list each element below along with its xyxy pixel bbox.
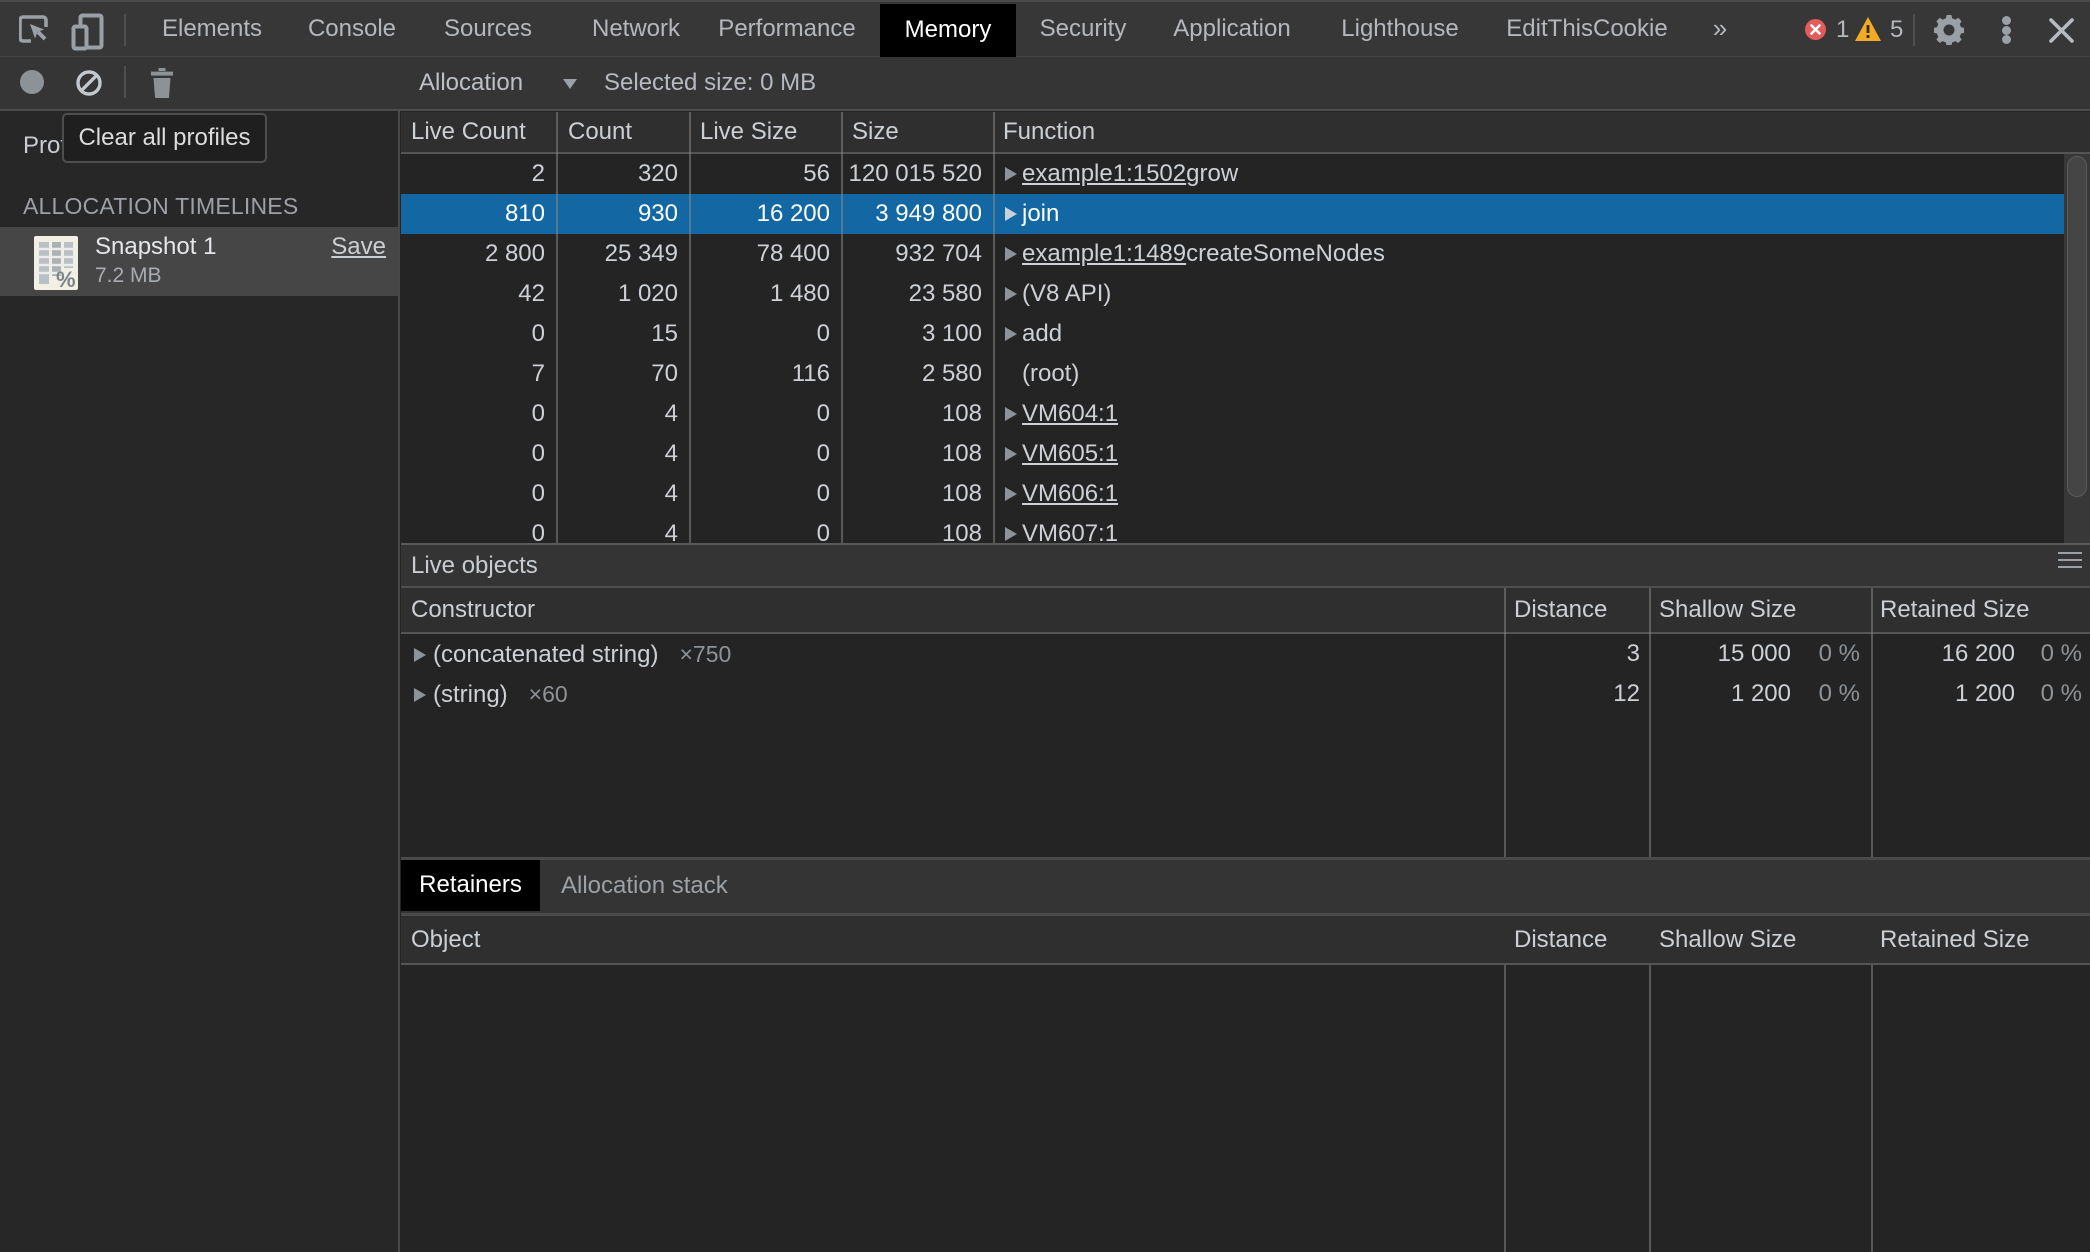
svg-text:%: %	[56, 267, 76, 290]
